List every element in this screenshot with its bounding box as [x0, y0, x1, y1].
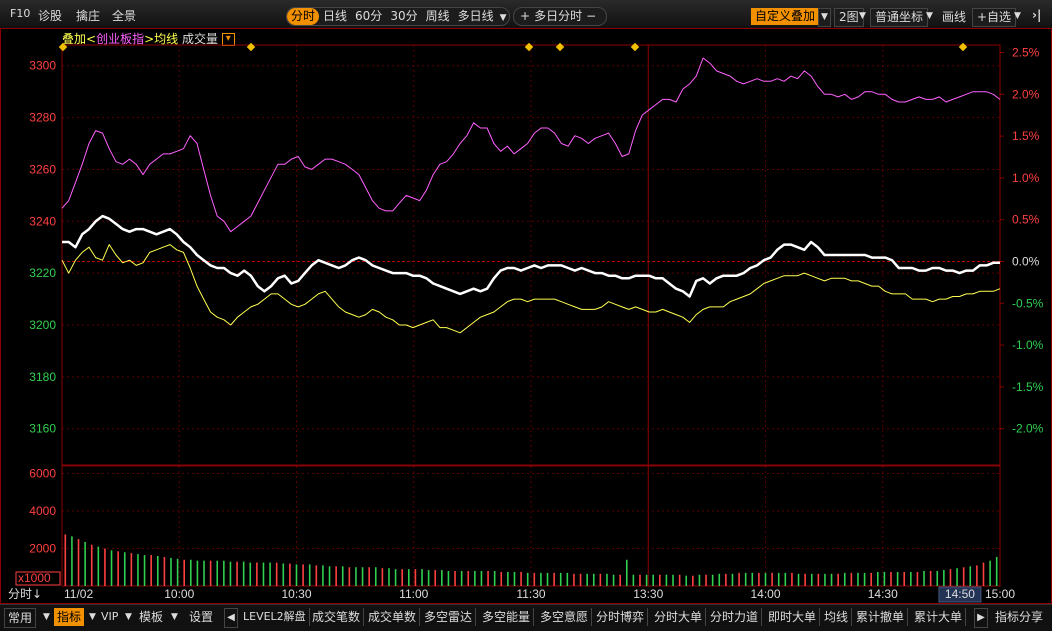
tab-intraday-game[interactable]: 分时博弈: [593, 608, 649, 626]
chevron-down-icon[interactable]: ▼: [168, 608, 181, 626]
tab-templates[interactable]: 模板: [136, 608, 166, 626]
y-left-tick-label: 3160: [29, 422, 56, 436]
y-right-tick-label: 2.0%: [1012, 87, 1040, 101]
tab-cumulative-cancel[interactable]: 累计撤单: [853, 608, 909, 626]
y-right-tick-label: 2.5%: [1012, 45, 1040, 59]
y-left-tick-label: 3220: [29, 266, 56, 280]
period-switch-label[interactable]: 分时↓: [8, 587, 42, 601]
x-tick-label: 10:00: [164, 587, 194, 601]
chevron-down-icon[interactable]: ▼: [40, 608, 53, 626]
y-left-tick-label: 3280: [29, 111, 56, 125]
tab-bull-bear-energy[interactable]: 多空能量: [479, 608, 535, 626]
tab-intraday-big-order[interactable]: 分时大单: [651, 608, 707, 626]
tab-indicator-share[interactable]: 指标分享: [992, 608, 1046, 626]
y-right-tick-label: 0.5%: [1012, 213, 1040, 227]
tab-trade-count[interactable]: 成交笔数: [309, 608, 365, 626]
average-price-line: [61, 244, 1001, 334]
tab-order-count[interactable]: 成交单数: [365, 608, 421, 626]
y-right-tick-label: 0.0%: [1012, 254, 1040, 268]
x-tick-label: 11:00: [399, 587, 428, 601]
y-right-tick-label: -0.5%: [1012, 296, 1044, 310]
y-right-tick-label: 1.5%: [1012, 129, 1040, 143]
volume-tick-label: 2000: [29, 542, 56, 556]
x-tick-label: 13:30: [633, 587, 663, 601]
tab-cumulative-big-order[interactable]: 累计大单: [911, 608, 967, 626]
chevron-down-icon[interactable]: ▼: [86, 608, 99, 626]
volume-tick-label: 6000: [29, 467, 56, 481]
tab-intraday-force[interactable]: 分时力道: [707, 608, 763, 626]
y-left-tick-label: 3200: [29, 318, 56, 332]
y-left-tick-label: 3260: [29, 162, 56, 176]
intraday-chart[interactable]: 3300 3280 3260 3240 3220 3200 3180 3160 2.5% 2.0%…: [0, 0, 1052, 604]
x-tick-label: 11:30: [516, 587, 545, 601]
chevron-down-icon[interactable]: ▼: [122, 608, 135, 626]
tab-common[interactable]: 常用: [4, 608, 37, 628]
tab-bull-bear-will[interactable]: 多空意愿: [537, 608, 593, 626]
event-marker-icon[interactable]: [246, 42, 256, 52]
event-marker-icon[interactable]: [958, 42, 968, 52]
bottom-tab-bar: 常用 ▼ 指标 ▼ VIP ▼ 模板 ▼ 设置 ◀ LEVEL2解盘 成交笔数 …: [0, 604, 1052, 631]
y-left-tick-label: 3240: [29, 214, 56, 228]
x-tick-label: 10:30: [281, 587, 311, 601]
x-tick-label: 14:30: [868, 587, 898, 601]
tab-instant-big-order[interactable]: 即时大单: [765, 608, 821, 626]
event-marker-icon[interactable]: [630, 42, 640, 52]
y-right-tick-label: -2.0%: [1012, 422, 1044, 436]
scroll-left-icon[interactable]: ◀: [224, 608, 238, 628]
event-marker-icon[interactable]: [58, 42, 68, 52]
x-tick-label: 15:00: [985, 587, 1015, 601]
scroll-right-icon[interactable]: ▶: [974, 608, 988, 628]
tab-level2[interactable]: LEVEL2解盘: [240, 608, 310, 626]
x-tick-label: 14:00: [750, 587, 780, 601]
tab-indicators[interactable]: 指标: [54, 608, 85, 626]
y-right-tick-label: 1.0%: [1012, 171, 1040, 185]
event-marker-icon[interactable]: [524, 42, 534, 52]
cursor-time-label[interactable]: 14:50: [945, 587, 975, 601]
volume-tick-label: 4000: [29, 504, 56, 518]
outer-frame: [0, 28, 1052, 604]
y-right-tick-label: -1.5%: [1012, 380, 1044, 394]
y-left-tick-label: 3300: [29, 59, 56, 73]
y-left-tick-label: 3180: [29, 370, 56, 384]
volume-unit-label: x1000: [18, 571, 51, 585]
x-tick-label: 11/02: [64, 587, 93, 601]
y-right-tick-label: -1.0%: [1012, 338, 1044, 352]
tab-moving-average[interactable]: 均线: [821, 608, 853, 626]
tab-bull-bear-radar[interactable]: 多空雷达: [421, 608, 477, 626]
tab-vip[interactable]: VIP: [98, 608, 121, 626]
event-marker-icon[interactable]: [555, 42, 565, 52]
tab-settings[interactable]: 设置: [186, 608, 216, 626]
